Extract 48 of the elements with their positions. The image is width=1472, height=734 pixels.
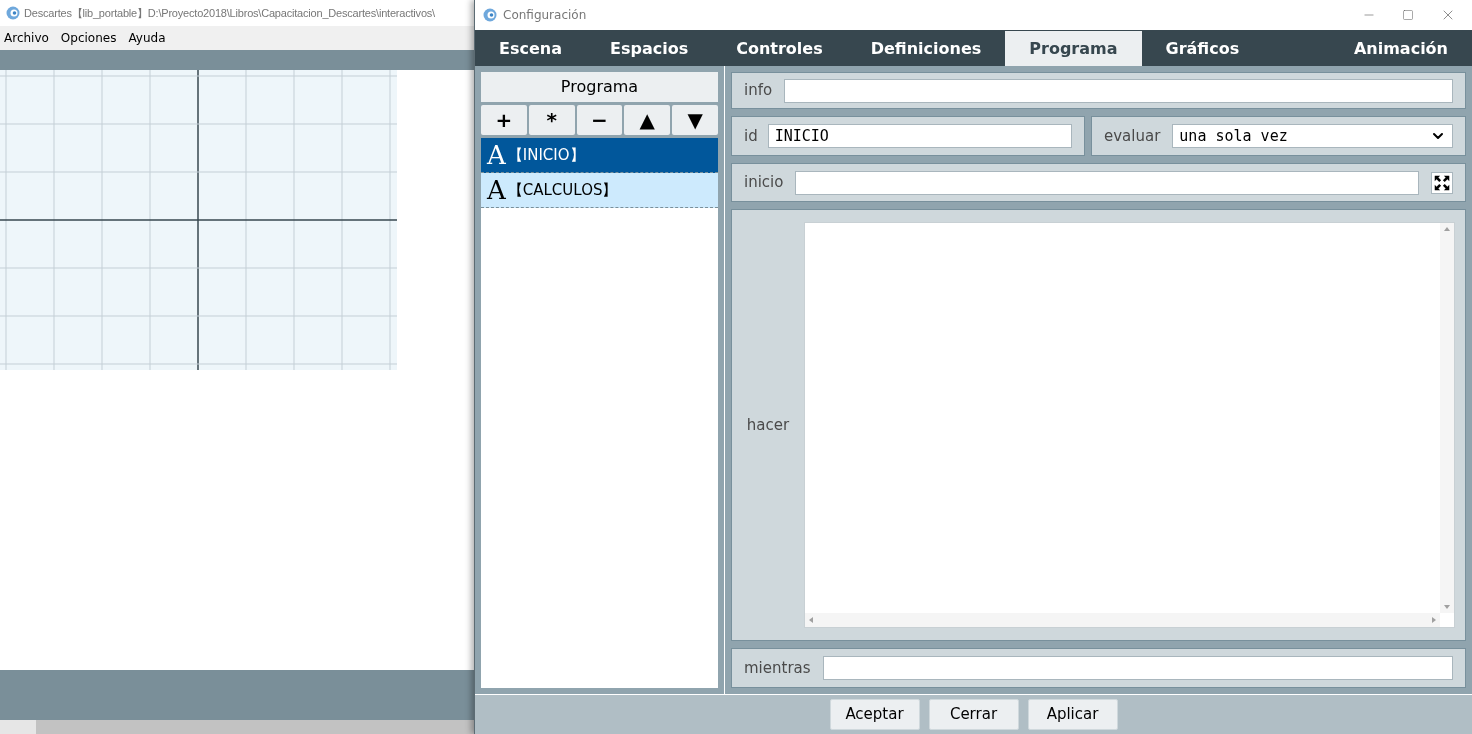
item-label: 【CALCULOS】 — [507, 179, 618, 201]
panel-header: Programa — [481, 72, 718, 102]
tab[interactable]: Programa — [1005, 31, 1142, 66]
menu-item[interactable]: Ayuda — [128, 29, 166, 47]
toolbar-button[interactable]: * — [528, 105, 575, 135]
scroll-left-icon[interactable] — [809, 617, 813, 623]
scroll-down-icon[interactable] — [1444, 605, 1450, 609]
field-label: mientras — [744, 657, 811, 679]
input-field[interactable] — [784, 78, 1453, 103]
input-field[interactable] — [822, 656, 1453, 680]
field-label: inicio — [744, 172, 784, 194]
tab[interactable]: Escena — [475, 31, 586, 66]
vertical-scrollbar[interactable] — [1440, 223, 1454, 613]
input-field[interactable] — [795, 170, 1419, 195]
field-label: hacer — [746, 414, 790, 436]
window-title: Descartes【lib_portable】D:\Proyecto2018\Libros\Capacitacion_Descartes\interactivos\ — [24, 5, 435, 21]
text-type-glyph: A — [487, 142, 506, 168]
field-label: id — [744, 125, 758, 147]
scroll-right-icon[interactable] — [1432, 617, 1436, 623]
toolbar-button[interactable]: + — [481, 105, 527, 135]
tab[interactable]: Espacios — [586, 31, 713, 66]
text-type-glyph: A — [487, 177, 506, 203]
scroll-up-icon[interactable] — [1444, 227, 1450, 231]
toolbar-button[interactable]: ▲ — [624, 105, 671, 135]
tab[interactable]: Gráficos — [1141, 31, 1264, 66]
toolbar-button[interactable]: − — [576, 105, 623, 135]
dialog-button[interactable]: Aceptar — [829, 699, 920, 730]
text-area[interactable] — [804, 222, 1455, 628]
scrollbar-thumb[interactable] — [36, 720, 474, 734]
menu-item[interactable]: Archivo — [4, 29, 49, 47]
toolbar-button[interactable]: ▼ — [672, 105, 718, 135]
app-logo-icon — [483, 8, 497, 22]
field-label: info — [744, 80, 773, 102]
tab[interactable]: Animación — [1329, 31, 1472, 66]
input-field[interactable]: INICIO — [767, 124, 1072, 148]
dropdown[interactable]: una sola vez — [1172, 124, 1453, 148]
tab[interactable]: Definiciones — [846, 31, 1006, 66]
horizontal-scrollbar[interactable] — [805, 613, 1440, 627]
expand-icon[interactable] — [1431, 171, 1453, 194]
maximize-icon[interactable] — [1402, 9, 1414, 21]
window-title: Configuración — [503, 7, 587, 24]
dialog-button[interactable]: Cerrar — [928, 699, 1019, 730]
tab[interactable]: Controles — [712, 31, 847, 66]
dialog-button[interactable]: Aplicar — [1027, 699, 1118, 730]
app-logo-icon — [6, 6, 20, 20]
item-label: 【INICIO】 — [507, 144, 585, 166]
menu-item[interactable]: Opciones — [60, 29, 117, 47]
field-label: evaluar — [1104, 125, 1161, 147]
